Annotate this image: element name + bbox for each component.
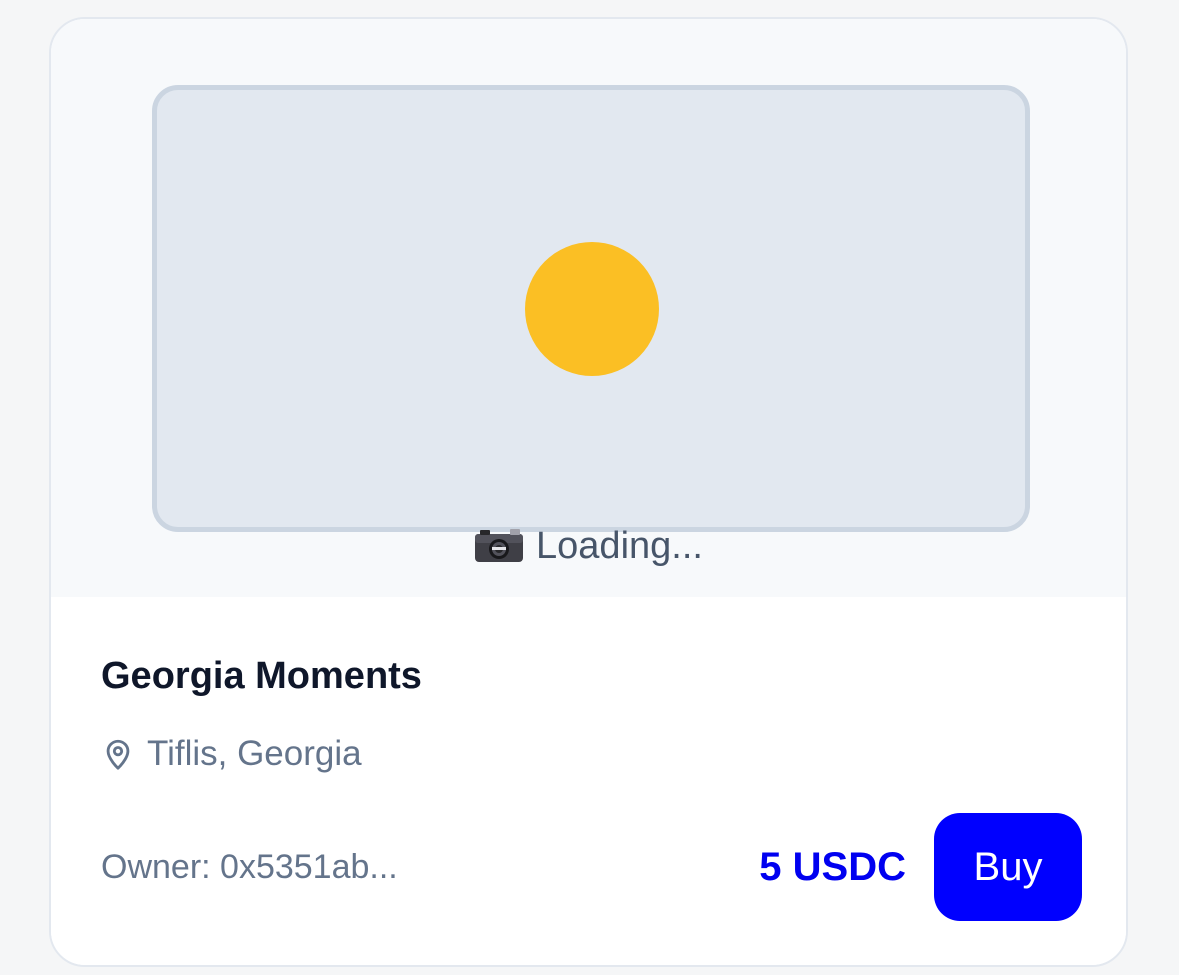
location-text: Tiflis, Georgia xyxy=(147,734,362,773)
listing-title: Georgia Moments xyxy=(101,655,422,697)
location: Tiflis, Georgia xyxy=(101,730,362,778)
buy-button[interactable]: Buy xyxy=(934,813,1082,921)
owner-address: Owner: 0x5351ab... xyxy=(101,848,398,886)
image-placeholder xyxy=(152,85,1030,532)
loading-text: Loading... xyxy=(536,525,703,567)
card-body: Georgia Moments Tiflis, Georgia Owner: 0… xyxy=(51,597,1126,965)
map-pin-icon xyxy=(106,739,130,770)
listing-card: Loading... Georgia Moments Tiflis, Georg… xyxy=(49,17,1128,967)
camera-icon xyxy=(475,528,524,562)
image-area: Loading... xyxy=(51,19,1126,597)
sun-shape xyxy=(525,242,659,376)
price: 5 USDC xyxy=(759,845,906,889)
loading-indicator: Loading... xyxy=(51,522,1126,570)
